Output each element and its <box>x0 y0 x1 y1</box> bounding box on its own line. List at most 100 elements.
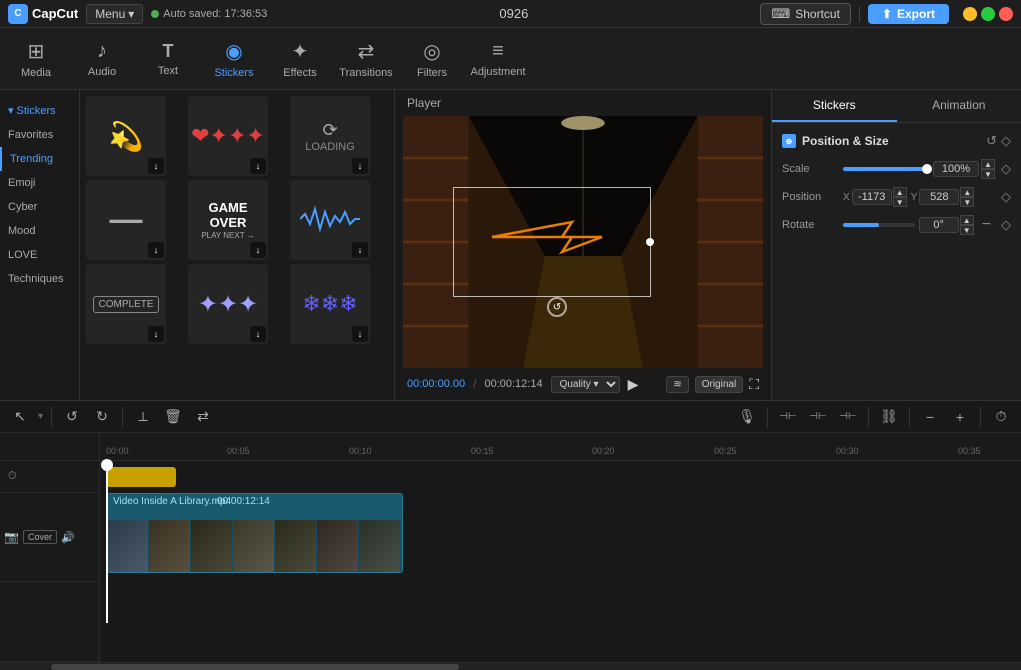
rotate-slider[interactable] <box>843 223 915 227</box>
sticker-item-2[interactable]: ❤✦✦✦ ↓ <box>188 96 268 176</box>
x-input[interactable] <box>852 189 892 205</box>
sidebar-item-favorites[interactable]: Favorites <box>0 123 79 147</box>
minimize-button[interactable] <box>963 7 977 21</box>
y-down-btn[interactable]: ▼ <box>960 197 974 207</box>
timeline-sticker-track-header: ⏱ <box>0 461 99 493</box>
redo-button[interactable]: ↻ <box>90 405 114 429</box>
scale-input[interactable] <box>933 161 979 177</box>
sidebar-item-mood[interactable]: Mood <box>0 219 79 243</box>
tab-stickers[interactable]: Stickers <box>772 90 897 122</box>
toolbar-item-stickers[interactable]: ◉ Stickers <box>202 31 266 87</box>
sticker-item-6[interactable]: ↓ <box>290 180 370 260</box>
timeline-empty-track-header <box>0 582 99 662</box>
delete-button[interactable]: 🗑 <box>161 405 185 429</box>
toolbar-item-adjustment[interactable]: ≡ Adjustment <box>466 31 530 87</box>
sidebar-item-trending[interactable]: Trending <box>0 147 79 171</box>
timeline-body: ⏱ 📷 Cover 🔊 00:00 00:05 00:10 00:15 00:2… <box>0 433 1021 662</box>
menu-button[interactable]: Menu ▾ <box>86 4 143 24</box>
rotate-input[interactable] <box>919 217 959 233</box>
position-reset-button[interactable]: ◇ <box>1001 189 1011 205</box>
sticker-item-4[interactable]: ▬▬▬ ↓ <box>86 180 166 260</box>
scale-up-btn[interactable]: ▲ <box>981 159 995 169</box>
download-icon-9[interactable]: ↓ <box>352 326 368 342</box>
reset-section-button[interactable]: ↺ <box>986 133 997 149</box>
download-icon-2[interactable]: ↓ <box>250 158 266 174</box>
snap-right-button[interactable]: ⊣⊢ <box>836 405 860 429</box>
scale-reset-button[interactable]: ◇ <box>1001 161 1011 177</box>
sidebar-item-techniques[interactable]: Techniques <box>0 267 79 291</box>
video-clip[interactable]: Video Inside A Library.mp4 00:00:12:14 <box>106 493 403 573</box>
sticker-item-8[interactable]: ✦✦✦ ↓ <box>188 264 268 344</box>
sticker-item-1[interactable]: 💫 ↓ <box>86 96 166 176</box>
scale-down-btn[interactable]: ▼ <box>981 169 995 179</box>
undo-button[interactable]: ↺ <box>60 405 84 429</box>
sticker-item-5[interactable]: GAME OVER PLAY NEXT → ↓ <box>188 180 268 260</box>
download-icon-8[interactable]: ↓ <box>250 326 266 342</box>
waveform-button[interactable]: ≋ <box>666 376 688 393</box>
rotate-reset-button[interactable]: ◇ <box>1001 217 1011 233</box>
snap-left-button[interactable]: ⊣⊢ <box>776 405 800 429</box>
download-icon-6[interactable]: ↓ <box>352 242 368 258</box>
scale-slider[interactable] <box>843 167 927 171</box>
scale-slider-thumb[interactable] <box>922 164 932 174</box>
sticker-item-9[interactable]: ❄❄❄ ↓ <box>290 264 370 344</box>
y-input[interactable] <box>919 189 959 205</box>
play-button[interactable]: ▶ <box>628 376 639 393</box>
shortcut-button[interactable]: ⌨ Shortcut <box>760 3 850 25</box>
quality-select[interactable]: Quality ▾ Auto 720p 1080p <box>551 376 620 393</box>
scrollbar-thumb[interactable] <box>51 664 459 670</box>
stickers-icon: ◉ <box>225 39 242 64</box>
sidebar-item-emoji[interactable]: Emoji <box>0 171 79 195</box>
rotate-up-btn[interactable]: ▲ <box>960 215 974 225</box>
snap-mid-button[interactable]: ⊣⊢ <box>806 405 830 429</box>
rotate-minus-button[interactable]: − <box>978 216 995 234</box>
download-icon-1[interactable]: ↓ <box>148 158 164 174</box>
timeline-toolbar: ↖ ▾ ↺ ↻ ⟂ 🗑 ⇄ 🎙 ⊣⊢ ⊣⊢ ⊣⊢ ⛓ − + ⏱ <box>0 401 1021 433</box>
playhead[interactable] <box>106 461 108 623</box>
duration-button[interactable]: ⏱ <box>989 405 1013 429</box>
timeline-video-track-header: 📷 Cover 🔊 <box>0 493 99 583</box>
fullscreen-button[interactable]: ⛶ <box>749 376 759 393</box>
sidebar-item-cyber[interactable]: Cyber <box>0 195 79 219</box>
export-button[interactable]: ⬆ Export <box>868 4 949 24</box>
rotate-down-btn[interactable]: ▼ <box>960 225 974 235</box>
link-button[interactable]: ⛓ <box>877 405 901 429</box>
zoom-out-button[interactable]: − <box>918 405 942 429</box>
toolbar-item-audio[interactable]: ♪ Audio <box>70 31 134 87</box>
download-icon-5[interactable]: ↓ <box>250 242 266 258</box>
download-icon-3[interactable]: ↓ <box>352 158 368 174</box>
sidebar-item-love[interactable]: LOVE <box>0 243 79 267</box>
toolbar-item-text[interactable]: T Text <box>136 31 200 87</box>
rotate-slider-fill <box>843 223 879 227</box>
maximize-button[interactable] <box>981 7 995 21</box>
toolbar-item-media[interactable]: ⊞ Media <box>4 31 68 87</box>
y-up-btn[interactable]: ▲ <box>960 187 974 197</box>
split-button[interactable]: ⟂ <box>131 405 155 429</box>
rotate-controls: ▲ ▼ − <box>843 215 995 235</box>
download-icon-4[interactable]: ↓ <box>148 242 164 258</box>
zoom-in-button[interactable]: + <box>948 405 972 429</box>
x-up-btn[interactable]: ▲ <box>893 187 907 197</box>
sticker-item-3[interactable]: ⟳ LOADING ↓ <box>290 96 370 176</box>
keyframe-button[interactable]: ◇ <box>1001 133 1011 149</box>
toolbar-item-effects[interactable]: ✦ Effects <box>268 31 332 87</box>
download-icon-7[interactable]: ↓ <box>148 326 164 342</box>
original-button[interactable]: Original <box>695 376 743 393</box>
scale-label: Scale <box>782 163 837 175</box>
sticker-nav-header: ▾ Stickers <box>0 98 79 123</box>
close-button[interactable] <box>999 7 1013 21</box>
tab-animation[interactable]: Animation <box>897 90 1021 122</box>
x-down-btn[interactable]: ▼ <box>893 197 907 207</box>
sticker-content-7: COMPLETE <box>93 296 158 313</box>
select-tool-button[interactable]: ↖ <box>8 405 32 429</box>
sticker-content-8: ✦✦✦ <box>198 290 258 319</box>
sticker-item-7[interactable]: COMPLETE ↓ <box>86 264 166 344</box>
scale-stepper-up[interactable]: ▲ ▼ <box>981 159 995 179</box>
record-button[interactable]: 🎙 <box>735 405 759 429</box>
mirror-button[interactable]: ⇄ <box>191 405 215 429</box>
timeline-scrollbar[interactable] <box>0 662 1021 670</box>
toolbar-item-transitions[interactable]: ⇄ Transitions <box>334 31 398 87</box>
cover-button[interactable]: Cover <box>23 530 57 544</box>
sticker-clip[interactable] <box>106 467 176 487</box>
toolbar-item-filters[interactable]: ◎ Filters <box>400 31 464 87</box>
